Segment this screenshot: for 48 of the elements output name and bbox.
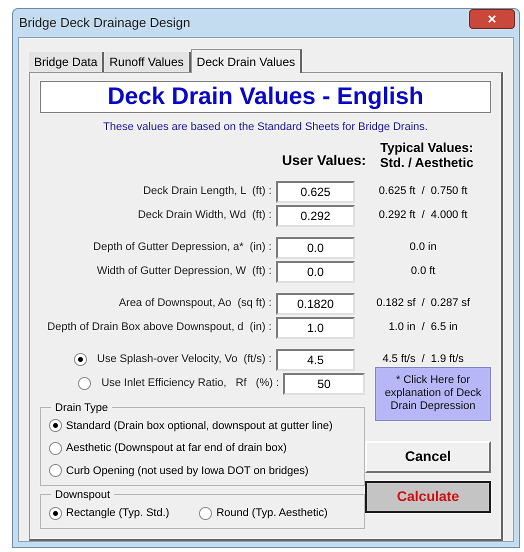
radio-label: Rectangle (Typ. Std.) xyxy=(66,506,170,521)
explanation-button[interactable]: * Click Here for explanation of Deck Drain Depression xyxy=(375,366,491,420)
radio-button[interactable] xyxy=(199,506,212,520)
tab[interactable]: Deck Drain Values xyxy=(190,49,302,73)
field-label: Depth of Drain Box above Downspout, d (in) : xyxy=(47,320,272,336)
field-label: Deck Drain Length, L (ft) : xyxy=(143,184,272,200)
typical-value: 0.0 in xyxy=(408,240,438,256)
group-title: Downspout xyxy=(51,487,114,504)
typical-value: 0.625 ft / 0.750 ft xyxy=(378,184,468,200)
typical-value: 0.182 sf / 0.287 sf xyxy=(375,296,471,312)
input-field[interactable]: 0.292 xyxy=(276,204,356,226)
radio-button[interactable] xyxy=(49,442,62,455)
input-field[interactable]: 4.5 xyxy=(276,348,356,370)
input-field[interactable]: 0.1820 xyxy=(276,292,356,314)
tab[interactable]: Bridge Data xyxy=(29,52,104,72)
input-field[interactable]: 1.0 xyxy=(276,316,356,338)
typical-values-header: Std. / Aesthetic xyxy=(380,154,474,170)
close-button[interactable]: × xyxy=(469,9,515,29)
input-field[interactable]: 0.0 xyxy=(276,260,356,282)
window-title: Bridge Deck Drainage Design xyxy=(19,14,190,32)
typical-values-header: Typical Values: xyxy=(380,140,474,154)
subtitle: These values are based on the Standard Sheets for Bridge Drains. xyxy=(102,120,429,135)
radio-label: Round (Typ. Aesthetic) xyxy=(216,506,328,521)
field-label: Use Splash-over Velocity, Vo (ft/s) : xyxy=(97,352,272,368)
field-label: Width of Gutter Depression, W (ft) : xyxy=(96,264,272,280)
cancel-button[interactable]: Cancel xyxy=(365,440,491,472)
user-values-header: User Values: xyxy=(282,150,368,170)
radio-button[interactable] xyxy=(78,377,92,390)
typical-value: 1.0 in / 6.5 in xyxy=(388,320,459,336)
tab[interactable]: Runoff Values xyxy=(104,52,191,72)
radio-label: Curb Opening (not used by Iowa DOT on bridges) xyxy=(66,464,309,478)
typical-value: 4.5 ft/s / 1.9 ft/s xyxy=(381,352,465,368)
input-field[interactable]: 0.625 xyxy=(276,180,356,202)
radio-button[interactable] xyxy=(49,464,62,478)
radio-button[interactable] xyxy=(49,419,62,432)
radio-button[interactable] xyxy=(74,353,88,366)
radio-label: Aesthetic (Downspout at far end of drain box) xyxy=(66,441,287,456)
typical-value: 0.0 ft xyxy=(410,264,436,280)
radio-button[interactable] xyxy=(49,506,62,520)
field-label: Area of Downspout, Ao (sq ft) : xyxy=(118,296,272,312)
input-field[interactable]: 50 xyxy=(283,372,365,394)
input-field[interactable]: 0.0 xyxy=(276,236,356,258)
field-label: Deck Drain Width, Wd (ft) : xyxy=(138,208,272,224)
heading: Deck Drain Values - English xyxy=(107,82,424,112)
field-label: Depth of Gutter Depression, a* (in) : xyxy=(93,240,272,256)
radio-label: Standard (Drain box optional, downspout at gutter line) xyxy=(66,418,333,434)
field-label: Use Inlet Efficiency Ratio, Rf (%) : xyxy=(101,376,279,392)
typical-value: 0.292 ft / 4.000 ft xyxy=(378,208,468,224)
